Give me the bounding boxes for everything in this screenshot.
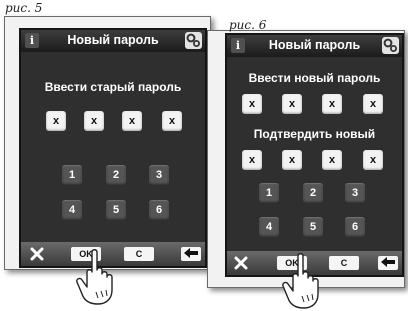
key-1[interactable]: 1 [62,165,82,185]
key-5[interactable]: 5 [106,200,126,220]
cancel-button[interactable] [27,247,47,261]
key-2[interactable]: 2 [106,165,126,185]
page-title: Новый пароль [268,38,361,52]
clear-button[interactable]: C [124,247,154,261]
arrow-left-icon [184,248,198,258]
enter-new-password-heading: Ввести новый пароль [248,71,381,85]
arrow-left-icon [381,257,395,267]
confirm-code-cell-4: x [363,150,383,170]
figure-5-label: рис. 5 [5,1,43,15]
code-cell-4: x [162,111,182,131]
pointing-hand-icon [76,249,113,305]
device-screen-fig5: i Новый пароль Ввести старый пароль x x … [19,28,207,268]
key-4[interactable]: 4 [62,200,82,220]
settings-button[interactable] [185,32,202,49]
gear-icon [186,33,200,47]
key-3[interactable]: 3 [345,183,365,203]
key-3[interactable]: 3 [149,165,169,185]
code-cell-2: x [84,111,104,131]
confirm-code-cell-1: x [242,150,262,170]
key-1[interactable]: 1 [259,183,279,203]
confirm-new-heading: Подтвердить новый [253,127,376,141]
cancel-button[interactable] [231,256,251,270]
key-6[interactable]: 6 [345,217,365,237]
enter-old-password-heading: Ввести старый пароль [44,80,182,94]
gear-icon [383,38,397,52]
code-cell-3: x [122,111,142,131]
device-screen-fig6: i Новый пароль Ввести новый пароль x x x… [225,33,404,277]
figure-6-label: рис. 6 [229,18,267,32]
settings-button[interactable] [382,37,399,54]
code-cell-1: x [46,111,66,131]
new-code-cell-3: x [322,94,342,114]
new-code-cell-2: x [282,94,302,114]
key-4[interactable]: 4 [259,217,279,237]
x-icon [30,247,44,261]
header-bar: i Новый пароль [21,30,205,52]
new-code-cell-1: x [242,94,262,114]
back-button[interactable] [181,247,201,261]
confirm-code-cell-2: x [282,150,302,170]
header-bar: i Новый пароль [227,35,402,57]
key-6[interactable]: 6 [149,200,169,220]
x-icon [234,256,248,270]
page-title: Новый пароль [67,33,159,47]
back-button[interactable] [378,256,398,270]
pointing-hand-icon [282,253,319,309]
key-5[interactable]: 5 [303,217,323,237]
confirm-code-cell-3: x [322,150,342,170]
clear-button[interactable]: C [329,256,359,270]
new-code-cell-4: x [363,94,383,114]
key-2[interactable]: 2 [303,183,323,203]
